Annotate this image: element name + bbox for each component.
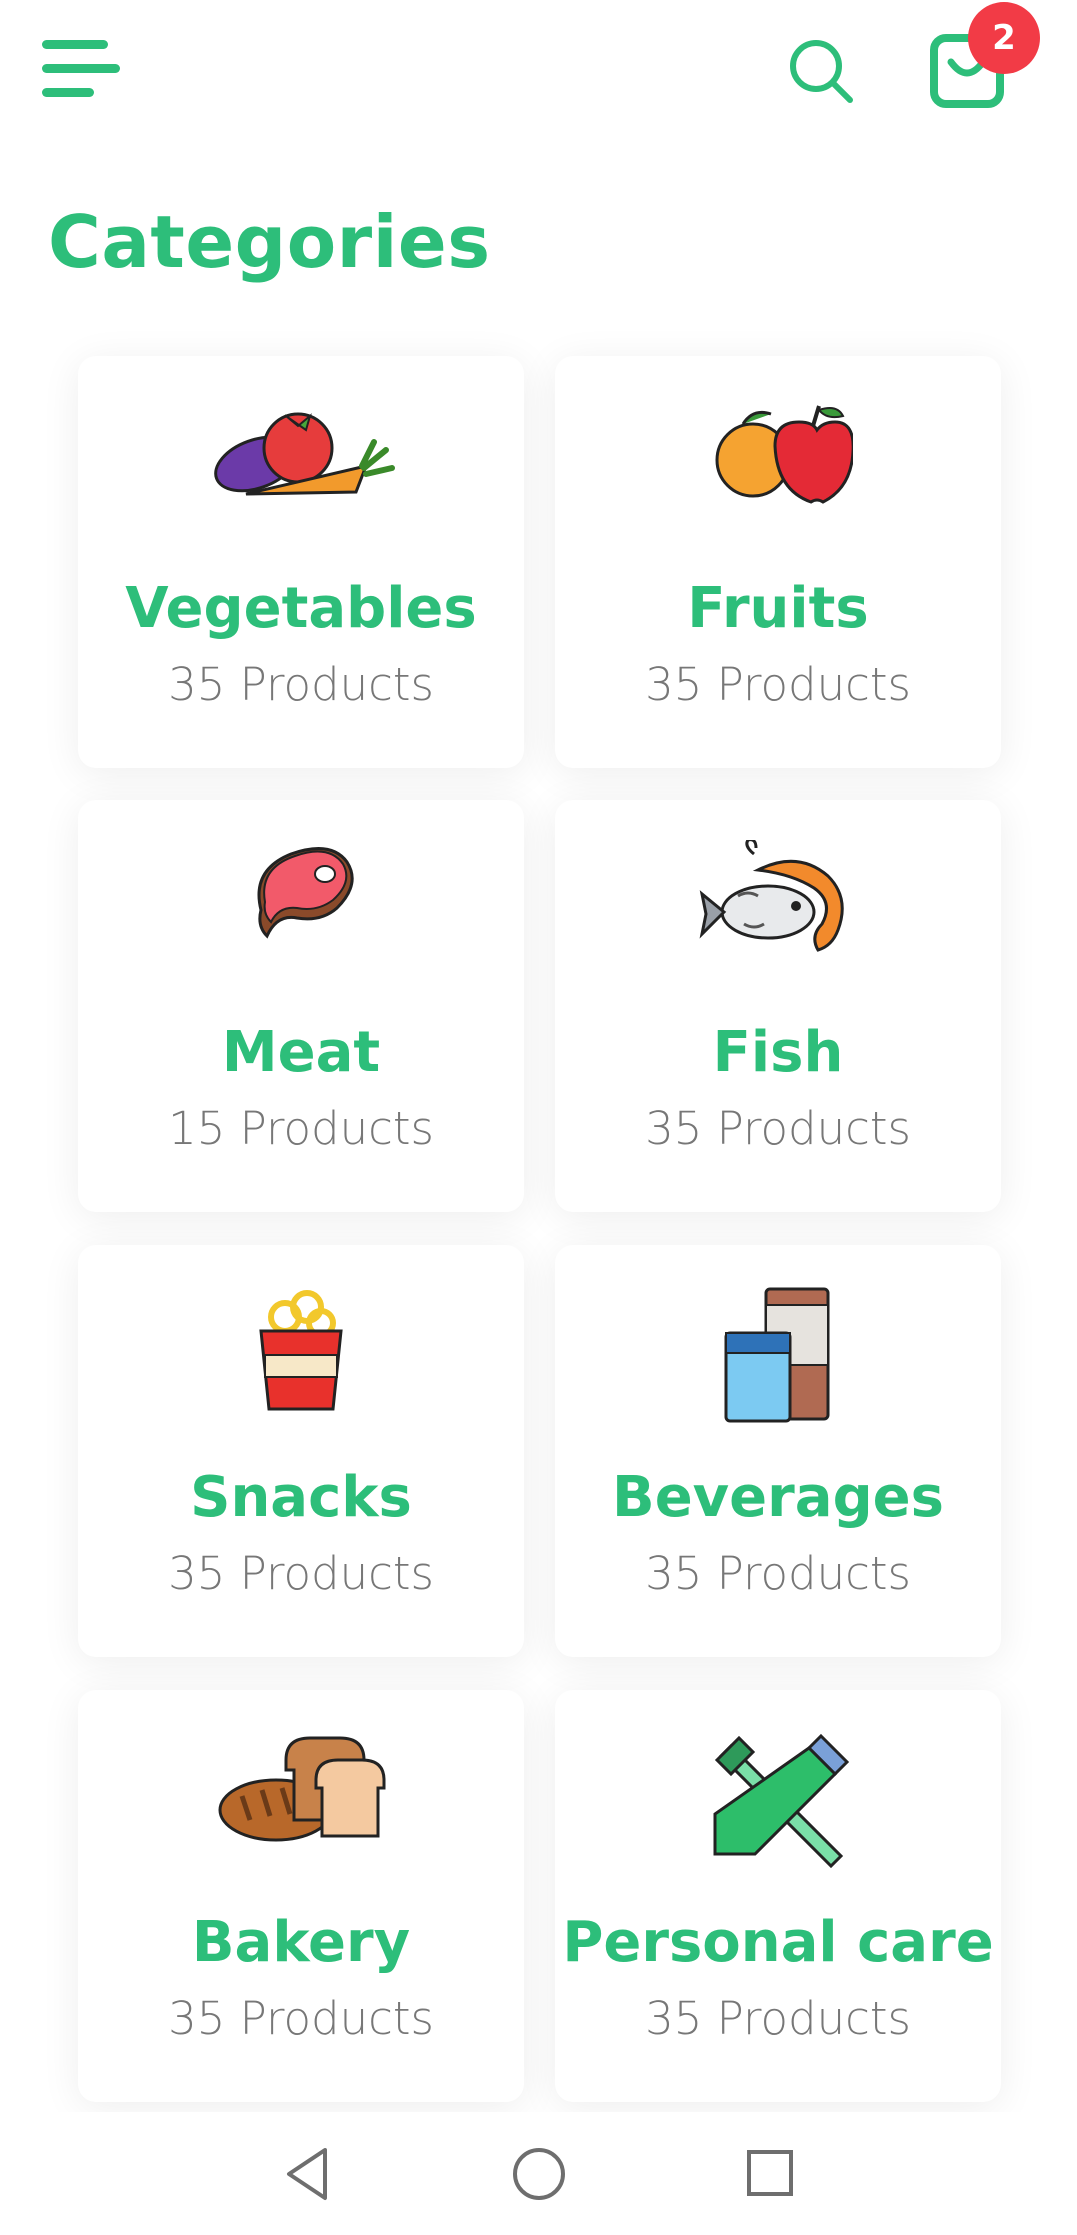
snacks-icon (78, 1285, 524, 1425)
category-count: 35 Products (645, 1547, 911, 1600)
system-navigation-bar (0, 2112, 1077, 2235)
category-name: Vegetables (125, 576, 477, 641)
menu-icon[interactable] (42, 36, 122, 102)
category-count: 35 Products (168, 658, 434, 711)
category-card-bakery[interactable]: Bakery 35 Products (78, 1690, 524, 2102)
milk-icon (555, 1285, 1001, 1425)
category-count: 35 Products (645, 1102, 911, 1155)
category-card-fruits[interactable]: Fruits 35 Products (555, 356, 1001, 768)
meat-icon (78, 840, 524, 980)
category-count: 15 Products (168, 1102, 434, 1155)
category-name: Bakery (191, 1910, 411, 1975)
category-name: Personal care (562, 1910, 994, 1975)
category-card-personal-care[interactable]: Personal care 35 Products (555, 1690, 1001, 2102)
home-icon[interactable] (507, 2142, 571, 2206)
page-title: Categories (48, 200, 491, 284)
top-app-bar: 2 (0, 0, 1077, 150)
category-card-snacks[interactable]: Snacks 35 Products (78, 1245, 524, 1657)
cart-count-badge: 2 (968, 2, 1040, 74)
category-name: Beverages (612, 1465, 944, 1530)
category-count: 35 Products (645, 1992, 911, 2045)
vegetables-icon (78, 396, 524, 536)
search-icon[interactable] (786, 36, 856, 106)
category-card-beverages[interactable]: Beverages 35 Products (555, 1245, 1001, 1657)
category-count: 35 Products (645, 658, 911, 711)
recents-icon[interactable] (737, 2142, 801, 2206)
category-name: Snacks (190, 1465, 412, 1530)
toothbrush-icon (555, 1730, 1001, 1870)
category-name: Meat (221, 1020, 381, 1085)
category-count: 35 Products (168, 1547, 434, 1600)
category-card-vegetables[interactable]: Vegetables 35 Products (78, 356, 524, 768)
category-count: 35 Products (168, 1992, 434, 2045)
category-name: Fish (712, 1020, 844, 1085)
back-icon[interactable] (275, 2142, 339, 2206)
category-card-meat[interactable]: Meat 15 Products (78, 800, 524, 1212)
category-name: Fruits (687, 576, 869, 641)
fruits-icon (555, 396, 1001, 536)
category-card-fish[interactable]: Fish 35 Products (555, 800, 1001, 1212)
fish-icon (555, 840, 1001, 980)
bread-icon (78, 1730, 524, 1870)
